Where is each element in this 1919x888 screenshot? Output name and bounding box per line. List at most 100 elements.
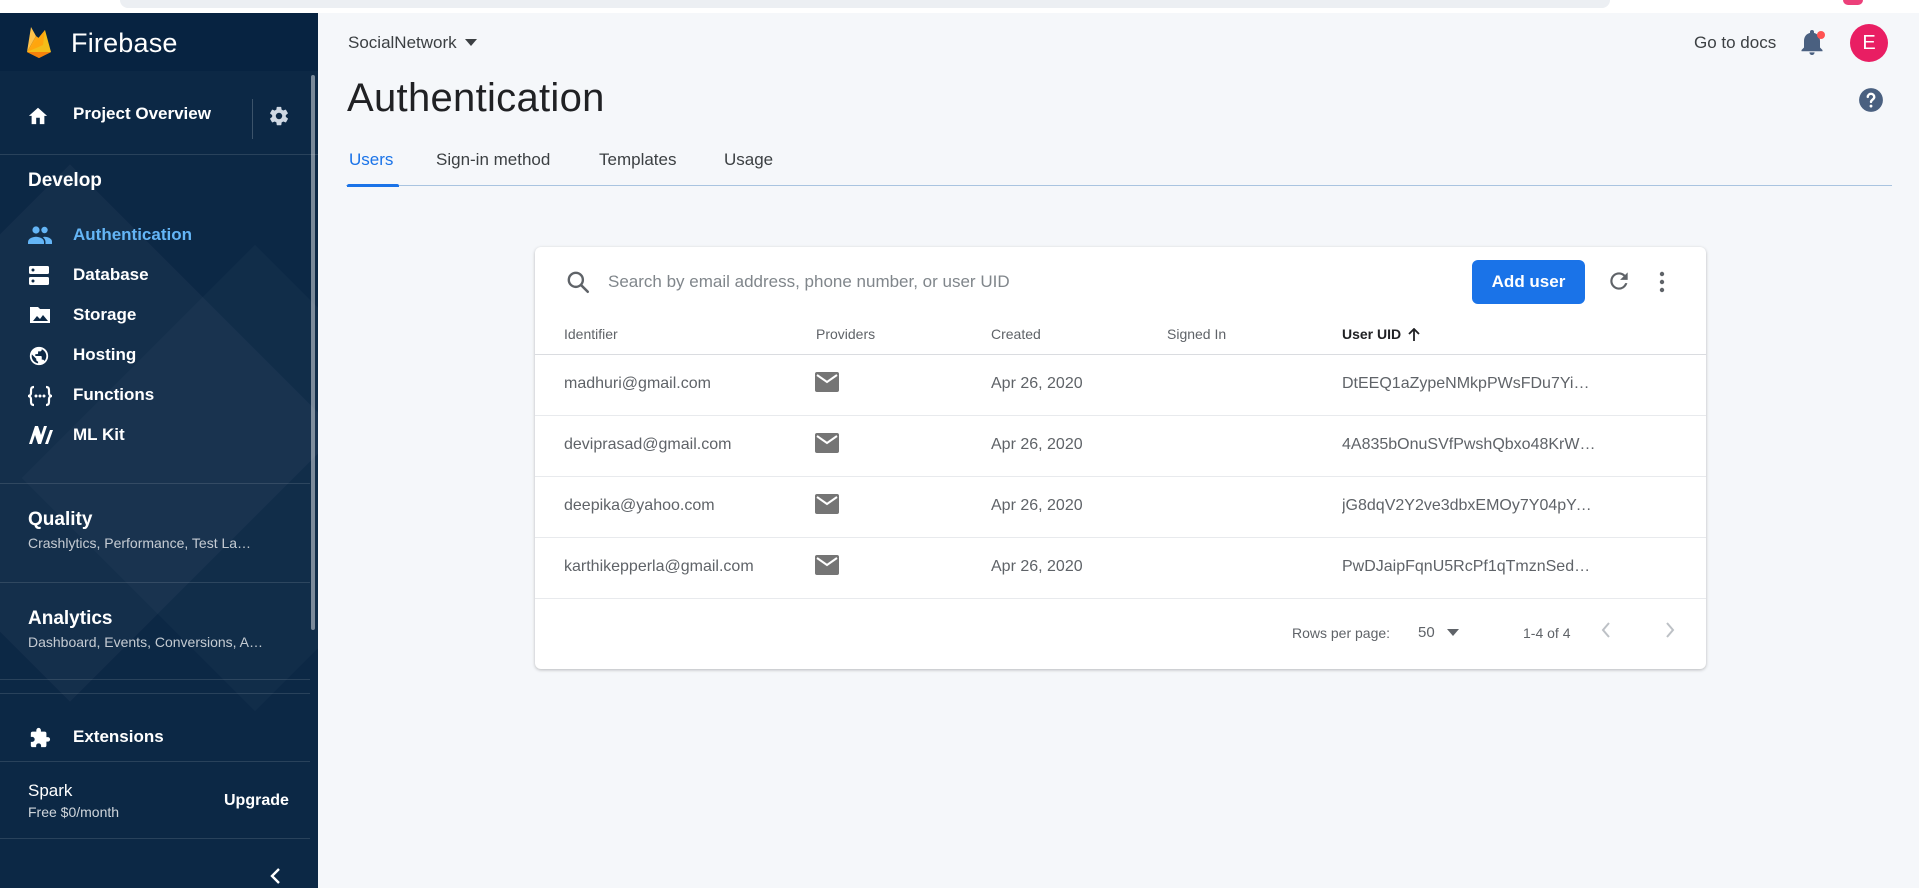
column-header-created[interactable]: Created [991,326,1041,342]
created-cell: Apr 26, 2020 [991,375,1083,392]
gear-icon[interactable] [268,105,290,127]
project-overview-link[interactable]: Project Overview [73,104,211,124]
globe-icon [29,346,49,366]
analytics-section-title[interactable]: Analytics [28,608,112,630]
divider [0,693,310,694]
sidebar-item-label: Database [73,265,149,284]
sidebar: Firebase Project Overview Develop Authen… [0,13,318,888]
tab-bar: Users Sign-in method Templates Usage [346,150,1892,187]
address-bar-edge [120,0,1610,8]
divider [0,483,310,484]
analytics-section-subtitle: Dashboard, Events, Conversions, A… [28,634,264,650]
plan-name: Spark [28,781,73,800]
sidebar-item-label: Authentication [73,225,192,244]
email-icon [815,494,839,514]
refresh-icon[interactable] [1606,268,1632,294]
home-icon [28,107,48,125]
firebase-logo-icon [27,27,51,58]
created-cell: Apr 26, 2020 [991,497,1083,514]
more-vert-icon[interactable] [1657,270,1667,294]
chevron-right-icon[interactable] [1663,620,1677,640]
sidebar-item-storage[interactable]: Storage [0,295,310,335]
plan-info: Spark Free $0/month [28,781,119,820]
sidebar-item-functions[interactable]: Functions [0,375,310,415]
tab-templates[interactable]: Templates [599,150,676,186]
column-header-user-uid[interactable]: User UID [1342,326,1421,342]
notifications-button[interactable] [1801,30,1825,61]
go-to-docs-link[interactable]: Go to docs [1694,33,1776,53]
project-overview-row: Project Overview [0,71,318,155]
column-header-label: User UID [1342,326,1402,342]
functions-icon [28,385,52,407]
sidebar-item-extensions[interactable]: Extensions [0,717,310,757]
search-input[interactable] [608,269,1208,295]
sidebar-item-label: Hosting [73,345,137,364]
sidebar-item-database[interactable]: Database [0,255,310,295]
identifier-cell: madhuri@gmail.com [564,375,711,392]
table-row[interactable]: karthikepperla@gmail.com Apr 26, 2020 Pw… [535,538,1706,599]
divider [0,761,310,762]
caret-down-icon [464,39,477,46]
upgrade-button[interactable]: Upgrade [224,792,289,810]
column-header-signed-in[interactable]: Signed In [1167,326,1226,342]
add-user-button[interactable]: Add user [1472,260,1585,304]
database-icon [29,266,49,285]
search-icon [567,271,590,294]
users-card: Add user Identifier Providers Created Si… [535,247,1706,669]
tab-users[interactable]: Users [346,150,400,187]
chevron-left-icon[interactable] [1599,620,1613,640]
arrow-up-icon [1408,328,1420,342]
divider [0,679,310,680]
ml-kit-icon [29,426,53,444]
table-row[interactable]: deviprasad@gmail.com Apr 26, 2020 4A835b… [535,416,1706,477]
quality-section-subtitle: Crashlytics, Performance, Test La… [28,535,252,551]
people-icon [28,226,52,244]
created-cell: Apr 26, 2020 [991,436,1083,453]
brand-header[interactable]: Firebase [0,13,318,71]
brand-name: Firebase [71,28,178,58]
chevron-left-icon[interactable] [268,867,282,885]
table-row[interactable]: madhuri@gmail.com Apr 26, 2020 DtEEQ1aZy… [535,355,1706,416]
created-cell: Apr 26, 2020 [991,558,1083,575]
page-title: Authentication [347,76,605,120]
divider [0,582,310,583]
develop-section-title: Develop [28,170,102,191]
email-icon [815,555,839,575]
identifier-cell: deepika@yahoo.com [564,497,715,514]
quality-section-title[interactable]: Quality [28,509,92,531]
column-header-providers: Providers [816,326,876,342]
sidebar-item-label: Storage [73,305,137,324]
project-switcher[interactable]: SocialNetwork [348,33,477,53]
sidebar-item-hosting[interactable]: Hosting [0,335,310,375]
sidebar-item-label: Functions [73,385,155,404]
help-icon[interactable] [1858,87,1884,113]
uid-cell: DtEEQ1aZypeNMkpPWsFDu7Yigf… [1342,375,1597,392]
sidebar-item-authentication[interactable]: Authentication [0,215,310,255]
tab-usage[interactable]: Usage [724,150,773,186]
rows-per-page-label: Rows per page: [1292,625,1391,641]
identifier-cell: deviprasad@gmail.com [564,436,732,453]
email-icon [815,372,839,392]
sidebar-scrollbar[interactable] [311,75,315,630]
uid-cell: 4A835bOnuSVfPwshQbxo48KrWC… [1342,436,1597,453]
email-icon [815,433,839,453]
notification-badge [1817,31,1825,39]
avatar[interactable]: E [1850,24,1888,62]
project-name: SocialNetwork [348,33,457,52]
column-header-identifier[interactable]: Identifier [564,326,618,342]
tab-sign-in-method[interactable]: Sign-in method [436,150,550,186]
rows-per-page-select[interactable]: 50 [1418,624,1435,641]
puzzle-icon [30,727,51,748]
uid-cell: PwDJaipFqnU5RcPf1qTmznSedkD2 [1342,558,1597,575]
pagination-range: 1-4 of 4 [1523,625,1571,641]
caret-down-icon[interactable] [1447,629,1459,637]
image-icon [30,307,50,323]
divider [0,838,310,839]
uid-cell: jG8dqV2Y2ve3dbxEMOy7Y04pYp32 [1342,497,1597,514]
sidebar-item-ml-kit[interactable]: ML Kit [0,415,310,455]
plan-price: Free $0/month [28,804,120,820]
identifier-cell: karthikepperla@gmail.com [564,558,754,575]
table-row[interactable]: deepika@yahoo.com Apr 26, 2020 jG8dqV2Y2… [535,477,1706,538]
profile-dot [1843,0,1863,5]
sidebar-item-label: ML Kit [73,425,125,444]
